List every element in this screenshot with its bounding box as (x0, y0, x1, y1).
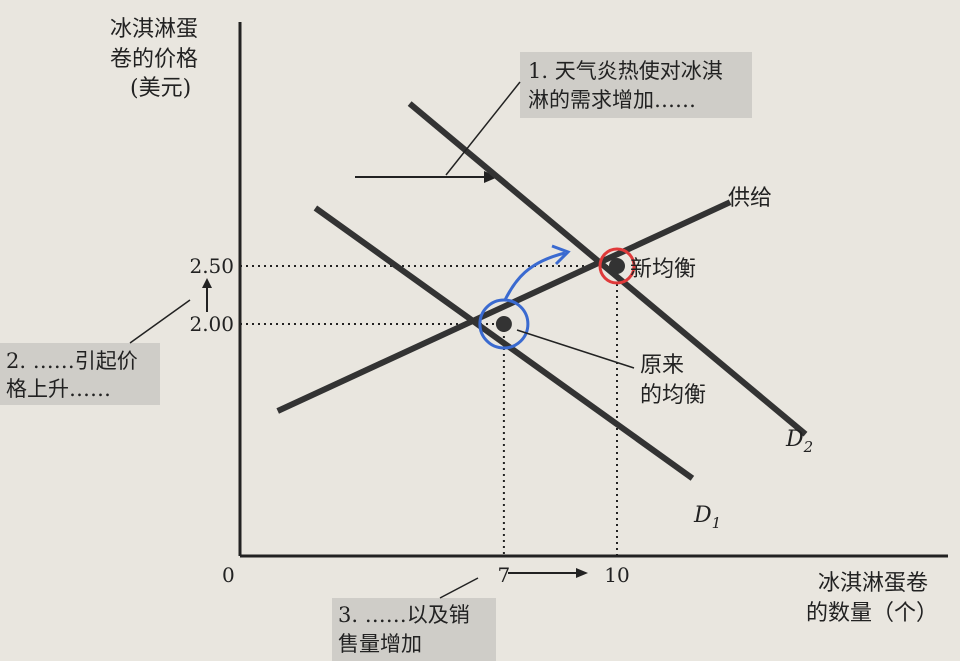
d2-label-sub: 2 (803, 438, 814, 456)
price-rise-arrow-head (202, 278, 212, 288)
supply-demand-chart: 冰淇淋蛋 卷的价格 (美元) 冰淇淋蛋卷 的数量（个） 0 2.50 2.00 … (0, 17, 948, 661)
x-tick-label-7: 7 (498, 563, 511, 587)
callout-quantity-rise-line-1: 3. ……以及销 (338, 603, 470, 627)
y-tick-label-200: 2.00 (189, 312, 234, 336)
supply-curve-label: 供给 (728, 186, 772, 211)
y-axis-label-line-2: 卷的价格 (110, 47, 198, 72)
d1-label-sub: 1 (712, 514, 722, 532)
callout-demand-increase-line-2: 淋的需求增加…… (528, 88, 696, 112)
y-axis-label-line-3: (美元) (130, 76, 191, 101)
y-tick-label-250: 2.50 (189, 254, 234, 278)
original-equilibrium-label-line-1: 原来 (640, 353, 684, 378)
callout-quantity-rise-leader (439, 577, 479, 599)
new-equilibrium-label: 新均衡 (630, 257, 696, 282)
d1-label-main: D (693, 503, 712, 528)
d1-label: D1 (693, 503, 721, 532)
origin-label: 0 (222, 563, 235, 587)
callout-price-rise-line-2: 格上升…… (6, 377, 111, 401)
x-tick-label-10: 10 (604, 563, 629, 587)
d2-label: D2 (785, 427, 813, 456)
d2-label-main: D (785, 427, 804, 452)
callout-demand-increase-line-1: 1. 天气炎热使对冰淇 (528, 59, 723, 83)
original-equilibrium-label-line-2: 的均衡 (640, 383, 706, 408)
x-axis-label-line-2: 的数量（个） (806, 601, 938, 626)
y-axis-label-line-1: 冰淇淋蛋 (110, 17, 198, 42)
new-equilibrium-point (609, 258, 625, 274)
x-axis-label-line-1: 冰淇淋蛋卷 (818, 571, 928, 596)
demand-curve-d2 (407, 101, 808, 437)
callout-quantity-rise: 3. ……以及销 售量增加 (332, 598, 496, 661)
callout-price-rise-line-1: 2. ……引起价 (6, 349, 138, 373)
callout-price-rise-leader (129, 299, 191, 344)
original-equilibrium-point (495, 316, 512, 332)
callout-demand-increase: 1. 天气炎热使对冰淇 淋的需求增加…… (520, 52, 752, 118)
callout-price-rise: 2. ……引起价 格上升…… (0, 343, 160, 405)
quantity-rise-arrow-head (576, 568, 588, 578)
callout-quantity-rise-line-2: 售量增加 (338, 632, 422, 656)
